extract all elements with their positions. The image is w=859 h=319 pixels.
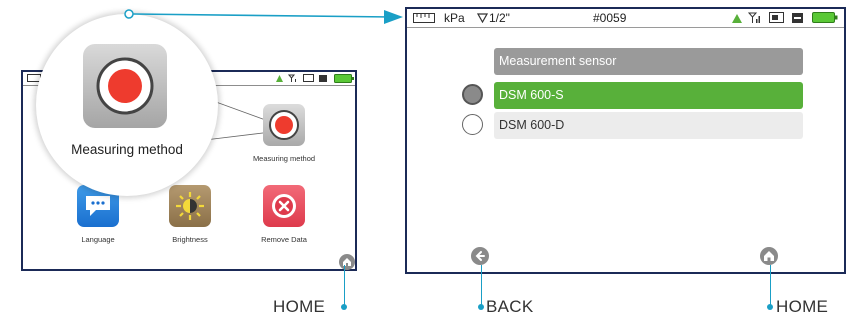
signal-icon [276, 75, 283, 82]
magnified-tile [83, 44, 167, 128]
back-callout: BACK [486, 297, 534, 316]
measuring-method-tile[interactable] [263, 104, 305, 146]
remove-data-label: Remove Data [261, 235, 307, 244]
magnified-label: Measuring method [71, 142, 183, 157]
signal-icon [732, 14, 742, 23]
record-icon [96, 57, 154, 115]
measurement-sensor-header: Measurement sensor [494, 48, 803, 75]
card-icon [769, 12, 784, 23]
home-left-leader [344, 265, 345, 308]
antenna-icon [748, 12, 760, 23]
right-status-bar: kPa 1/2" #0059 [407, 9, 844, 28]
printer-icon [319, 75, 327, 82]
filter-value: 1/2" [489, 11, 510, 25]
delete-icon [272, 194, 296, 218]
chat-icon [86, 196, 110, 216]
record-icon [269, 110, 299, 140]
measuring-method-label: Measuring method [252, 154, 316, 163]
battery-icon [334, 74, 354, 83]
back-button[interactable] [471, 247, 489, 265]
option-dsm-600-d[interactable]: DSM 600-D [494, 112, 803, 139]
back-dot [478, 304, 484, 310]
right-device-screen: kPa 1/2" #0059 Measurement sensor DSM 60… [405, 7, 846, 274]
home-right-callout: HOME [776, 297, 829, 316]
battery-icon [812, 12, 838, 23]
radio-dsm-600-d[interactable] [462, 114, 483, 135]
home-right-leader [770, 265, 771, 308]
magnifier-circle: Measuring method [36, 14, 218, 196]
left-home-button[interactable] [339, 254, 355, 270]
home-icon [764, 251, 774, 261]
callout-arrow [124, 9, 403, 24]
antenna-icon [288, 74, 296, 82]
home-right-dot [767, 304, 773, 310]
back-arrow-icon [475, 251, 485, 261]
remove-data-tile[interactable] [263, 185, 305, 227]
brightness-label: Brightness [172, 235, 208, 244]
home-left-dot [341, 304, 347, 310]
back-leader [481, 265, 482, 308]
home-left-callout: HOME [273, 297, 326, 316]
record-id: #0059 [593, 11, 627, 25]
language-label: Language [81, 235, 115, 244]
ruler-icon [413, 13, 435, 23]
filter-icon [477, 13, 488, 23]
sun-icon [176, 192, 204, 220]
brightness-tile[interactable] [169, 185, 211, 227]
card-icon [303, 74, 314, 82]
right-home-button[interactable] [760, 247, 778, 265]
option-dsm-600-s[interactable]: DSM 600-S [494, 82, 803, 109]
unit-label: kPa [444, 11, 465, 25]
printer-icon [792, 13, 803, 23]
radio-dsm-600-s[interactable] [462, 84, 483, 105]
